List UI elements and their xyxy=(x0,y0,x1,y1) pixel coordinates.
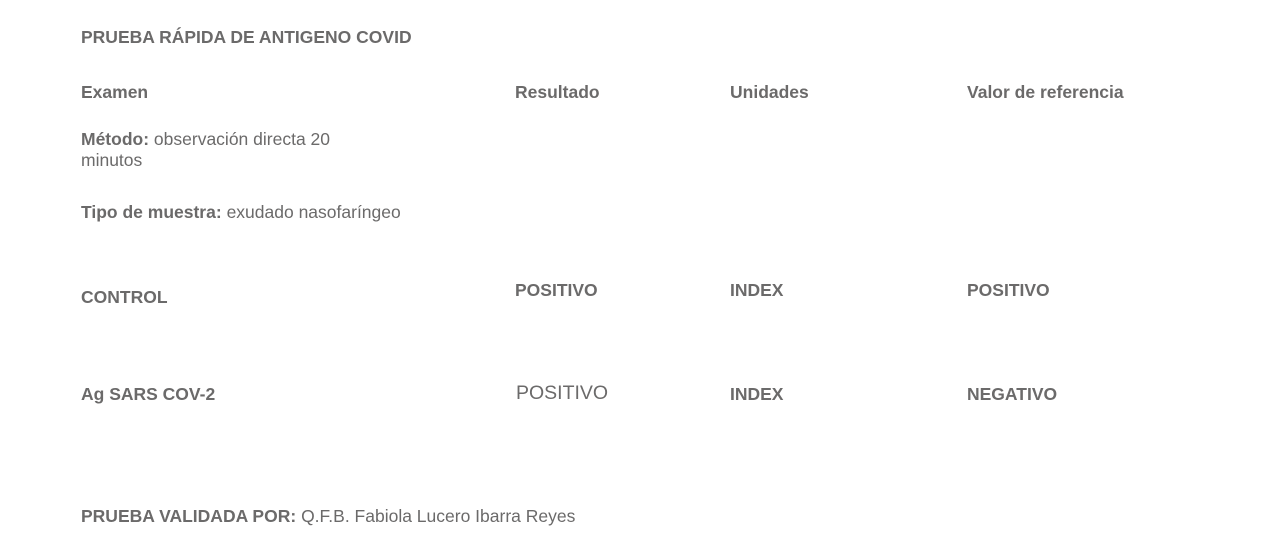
header-result: Resultado xyxy=(515,82,600,102)
row-units: INDEX xyxy=(730,384,784,404)
method-label: Método: xyxy=(81,129,150,149)
sample-value: exudado nasofaríngeo xyxy=(226,202,401,222)
sample-info: Tipo de muestra: exudado nasofaríngeo xyxy=(81,202,401,223)
header-reference: Valor de referencia xyxy=(967,82,1124,102)
row-result: POSITIVO xyxy=(516,382,609,404)
validated-value: Q.F.B. Fabiola Lucero Ibarra Reyes xyxy=(301,506,576,526)
header-units: Unidades xyxy=(730,82,809,102)
validated-label: PRUEBA VALIDADA POR: xyxy=(81,506,297,526)
header-exam: Examen xyxy=(81,82,149,102)
row-reference: POSITIVO xyxy=(967,280,1050,300)
method-info: Método: observación directa 20 minutos xyxy=(81,129,330,171)
row-exam: Ag SARS COV-2 xyxy=(81,384,216,404)
method-value: observación directa 20 xyxy=(153,129,330,149)
sample-label: Tipo de muestra: xyxy=(81,202,222,222)
row-units: INDEX xyxy=(730,280,784,300)
method-value-cont: minutos xyxy=(81,150,143,170)
row-exam: CONTROL xyxy=(81,287,168,307)
row-reference: NEGATIVO xyxy=(967,384,1058,404)
row-result: POSITIVO xyxy=(515,280,598,300)
validated-by: PRUEBA VALIDADA POR: Q.F.B. Fabiola Luce… xyxy=(81,506,575,527)
report-title: PRUEBA RÁPIDA DE ANTIGENO COVID xyxy=(81,27,412,47)
